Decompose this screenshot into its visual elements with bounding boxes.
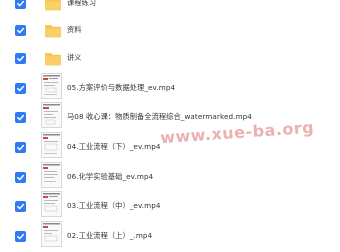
video-thumbnail-icon — [41, 191, 62, 221]
checkbox-checked-icon[interactable] — [15, 82, 26, 94]
folder-icon — [44, 23, 62, 38]
checkbox-checked-icon[interactable] — [15, 230, 26, 242]
list-item[interactable]: 讲义 — [0, 43, 340, 73]
file-name: 03.工业流程（中）_ev.mp4 — [67, 201, 161, 210]
checkbox-checked-icon[interactable] — [15, 141, 26, 153]
folder-icon — [44, 51, 62, 66]
video-thumbnail-icon — [41, 221, 62, 251]
file-name: 课程练习 — [67, 0, 97, 7]
video-thumbnail-icon — [41, 102, 62, 132]
checkbox-checked-icon[interactable] — [15, 200, 26, 212]
list-item[interactable]: 04.工业流程（下）_ev.mp4 — [0, 132, 340, 162]
checkbox-checked-icon[interactable] — [15, 24, 26, 36]
checkbox-checked-icon[interactable] — [15, 171, 26, 183]
video-thumbnail-icon — [41, 132, 62, 162]
list-item[interactable]: 资料 — [0, 15, 340, 45]
checkbox-checked-icon[interactable] — [15, 0, 26, 9]
checkbox-checked-icon[interactable] — [15, 52, 26, 64]
file-name: 04.工业流程（下）_ev.mp4 — [67, 142, 161, 151]
file-name: 05.方案评价与数据处理_ev.mp4 — [67, 83, 176, 92]
video-thumbnail-icon — [41, 162, 62, 192]
list-item[interactable]: 05.方案评价与数据处理_ev.mp4 — [0, 73, 340, 103]
checkbox-checked-icon[interactable] — [15, 111, 26, 123]
file-list: 课程练习 资料 讲义 05.方案评价与数据处理_ev.mp4 马08 收心课：物… — [0, 0, 340, 252]
file-name: 马08 收心课：物质制备全流程综合_watermarked.mp4 — [67, 112, 252, 121]
list-item[interactable]: 06.化学实验基础_ev.mp4 — [0, 162, 340, 192]
file-name: 02.工业流程（上）_.mp4 — [67, 231, 153, 240]
file-name: 资料 — [67, 25, 82, 34]
list-item[interactable]: 马08 收心课：物质制备全流程综合_watermarked.mp4 — [0, 102, 340, 132]
list-item[interactable]: 03.工业流程（中）_ev.mp4 — [0, 191, 340, 221]
list-item[interactable]: 02.工业流程（上）_.mp4 — [0, 221, 340, 251]
file-name: 06.化学实验基础_ev.mp4 — [67, 172, 154, 181]
video-thumbnail-icon — [41, 73, 62, 103]
file-name: 讲义 — [67, 53, 82, 62]
folder-icon — [44, 0, 62, 11]
